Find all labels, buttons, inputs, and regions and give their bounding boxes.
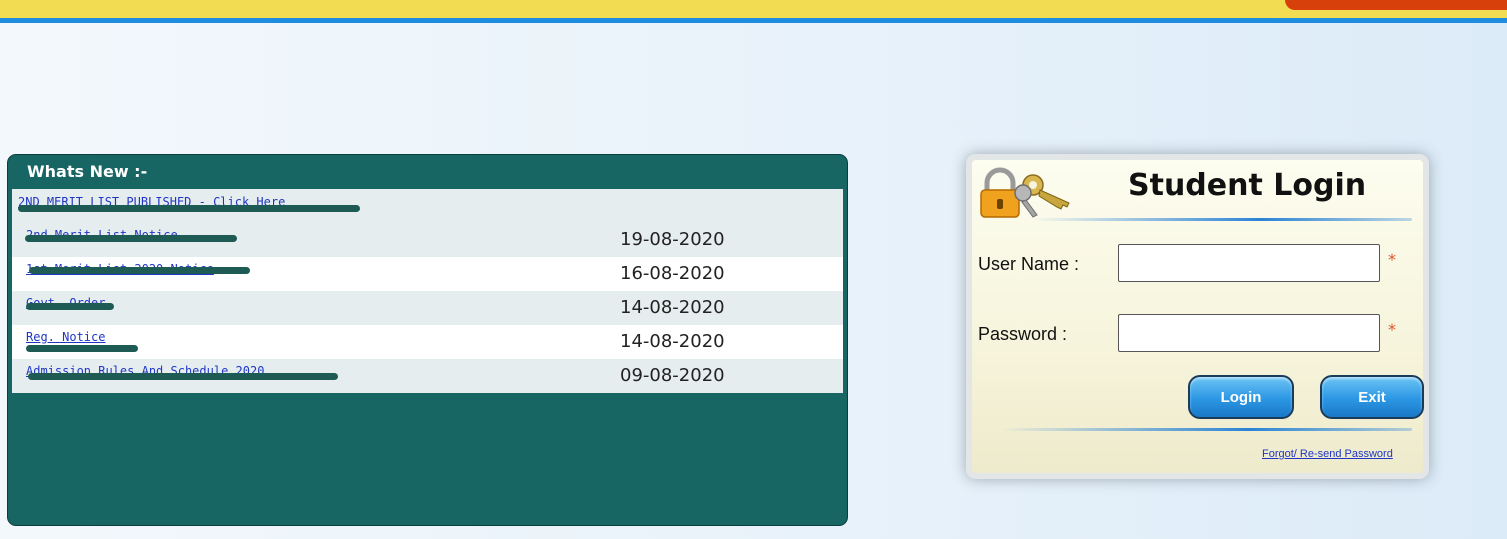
lock-keys-icon	[980, 167, 1070, 218]
whats-new-panel: Whats New :- 2ND MERIT LIST PUBLISHED - …	[7, 154, 848, 526]
redaction-mark	[26, 345, 138, 352]
list-item: Govt. Order 14-08-2020	[12, 291, 843, 325]
required-marker: *	[1388, 320, 1396, 339]
username-label: User Name :	[978, 254, 1080, 274]
list-item: 2nd Merit List Notice 19-08-2020	[12, 223, 843, 257]
login-button[interactable]: Login	[1188, 375, 1294, 419]
password-label: Password :	[978, 324, 1068, 344]
list-item: 1st Merit List 2020 Notice 16-08-2020	[12, 257, 843, 291]
header-bar	[0, 0, 1507, 23]
whats-new-title: Whats New :-	[27, 162, 148, 181]
list-item: Admission Rules And Schedule 2020 09-08-…	[12, 359, 843, 393]
header-accent-tab	[1285, 0, 1507, 10]
news-list: 2ND MERIT LIST PUBLISHED - Click Here 2n…	[12, 189, 843, 393]
exit-button[interactable]: Exit	[1320, 375, 1424, 419]
redaction-mark	[18, 205, 360, 212]
list-item: 2ND MERIT LIST PUBLISHED - Click Here	[12, 189, 843, 223]
news-date: 09-08-2020	[620, 365, 725, 386]
news-date: 19-08-2020	[620, 229, 725, 250]
redaction-mark	[26, 303, 114, 310]
forgot-password-link[interactable]: Forgot/ Re-send Password	[1262, 448, 1393, 460]
news-link[interactable]: Reg. Notice	[26, 330, 105, 344]
username-input[interactable]	[1118, 244, 1380, 282]
news-date: 14-08-2020	[620, 331, 725, 352]
divider	[1032, 218, 1412, 221]
divider	[1002, 428, 1412, 431]
list-item: Reg. Notice 14-08-2020	[12, 325, 843, 359]
redaction-mark	[28, 373, 338, 380]
student-login-panel: Student Login User Name : * Password : *…	[966, 154, 1429, 479]
login-title: Student Login	[1128, 168, 1367, 203]
password-input[interactable]	[1118, 314, 1380, 352]
news-date: 16-08-2020	[620, 263, 725, 284]
required-marker: *	[1388, 250, 1396, 269]
redaction-mark	[25, 235, 237, 242]
news-date: 14-08-2020	[620, 297, 725, 318]
redaction-mark	[29, 267, 250, 274]
